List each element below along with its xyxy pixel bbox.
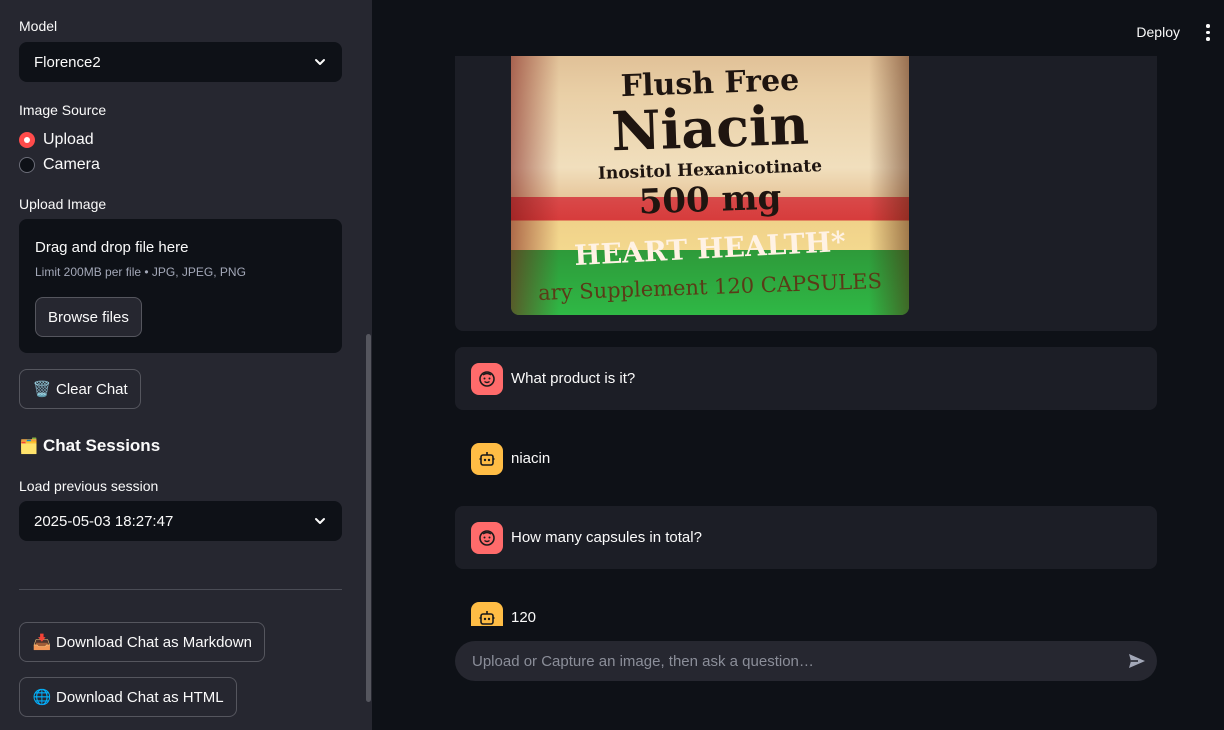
radio-upload-label: Upload xyxy=(43,131,94,148)
send-icon[interactable] xyxy=(1117,641,1157,681)
clear-chat-button[interactable]: 🗑️ Clear Chat xyxy=(19,369,141,409)
top-bar: Deploy xyxy=(372,0,1224,56)
load-session-label: Load previous session xyxy=(19,478,159,494)
model-label: Model xyxy=(19,18,58,34)
sidebar-divider xyxy=(19,589,342,590)
model-select-value: Florence2 xyxy=(34,53,101,71)
uploaded-image-message: Flush Free Niacin Inositol Hexanicotinat… xyxy=(455,20,1157,331)
session-select-value: 2025-05-03 18:27:47 xyxy=(34,512,174,530)
message-text: How many capsules in total? xyxy=(511,529,702,546)
user-avatar-icon xyxy=(471,362,503,395)
file-uploader-dropzone[interactable]: Drag and drop file here Limit 200MB per … xyxy=(19,219,342,353)
chevron-down-icon xyxy=(315,59,325,65)
uploaded-image: Flush Free Niacin Inositol Hexanicotinat… xyxy=(511,20,909,315)
radio-upload[interactable]: Upload xyxy=(19,131,94,149)
trash-icon: 🗑️ xyxy=(32,380,52,398)
download-markdown-button[interactable]: 📥 Download Chat as Markdown xyxy=(19,622,265,662)
radio-camera-label: Camera xyxy=(43,156,100,173)
folder-icon: 🗂️ xyxy=(19,437,39,455)
bot-avatar-icon xyxy=(471,442,503,475)
chat-sessions-heading: 🗂️ Chat Sessions xyxy=(19,436,161,456)
clear-chat-label: Clear Chat xyxy=(56,380,128,398)
globe-icon: 🌐 xyxy=(32,688,52,706)
chat-message-user: What product is it? xyxy=(455,347,1157,410)
inbox-tray-icon: 📥 xyxy=(32,633,52,651)
user-avatar-icon xyxy=(471,521,503,554)
chat-message-user: How many capsules in total? xyxy=(455,506,1157,569)
chevron-down-icon xyxy=(315,518,325,524)
chat-sessions-title: Chat Sessions xyxy=(43,436,161,455)
more-vertical-icon[interactable] xyxy=(1204,24,1212,42)
sidebar: Model Florence2 Image Source Upload Came… xyxy=(0,0,372,730)
chat-input-container xyxy=(455,641,1157,681)
image-source-label: Image Source xyxy=(19,102,107,118)
radio-unselected-indicator xyxy=(19,157,35,173)
image-text: HEART HEALTH* xyxy=(573,224,847,273)
uploader-title: Drag and drop file here xyxy=(35,239,189,256)
uploader-limits: Limit 200MB per file • JPG, JPEG, PNG xyxy=(35,265,246,279)
message-text: What product is it? xyxy=(511,370,636,387)
radio-camera[interactable]: Camera xyxy=(19,156,100,174)
chat-message-assistant: niacin xyxy=(455,427,1157,490)
sidebar-scrollbar[interactable] xyxy=(366,334,371,702)
app: Model Florence2 Image Source Upload Came… xyxy=(0,0,1224,730)
radio-selected-indicator xyxy=(19,132,35,148)
download-html-button[interactable]: 🌐 Download Chat as HTML xyxy=(19,677,237,717)
chat-input[interactable] xyxy=(472,652,1117,670)
message-text: niacin xyxy=(511,450,551,467)
image-text: ary Supplement 120 CAPSULES xyxy=(537,269,883,305)
download-html-label: Download Chat as HTML xyxy=(56,688,224,706)
download-markdown-label: Download Chat as Markdown xyxy=(56,633,252,651)
browse-files-button[interactable]: Browse files xyxy=(35,297,142,337)
session-select[interactable]: 2025-05-03 18:27:47 xyxy=(19,501,342,541)
message-text: 120 xyxy=(511,609,537,626)
deploy-button[interactable]: Deploy xyxy=(1136,24,1180,40)
upload-image-label: Upload Image xyxy=(19,196,107,212)
model-select[interactable]: Florence2 xyxy=(19,42,342,82)
